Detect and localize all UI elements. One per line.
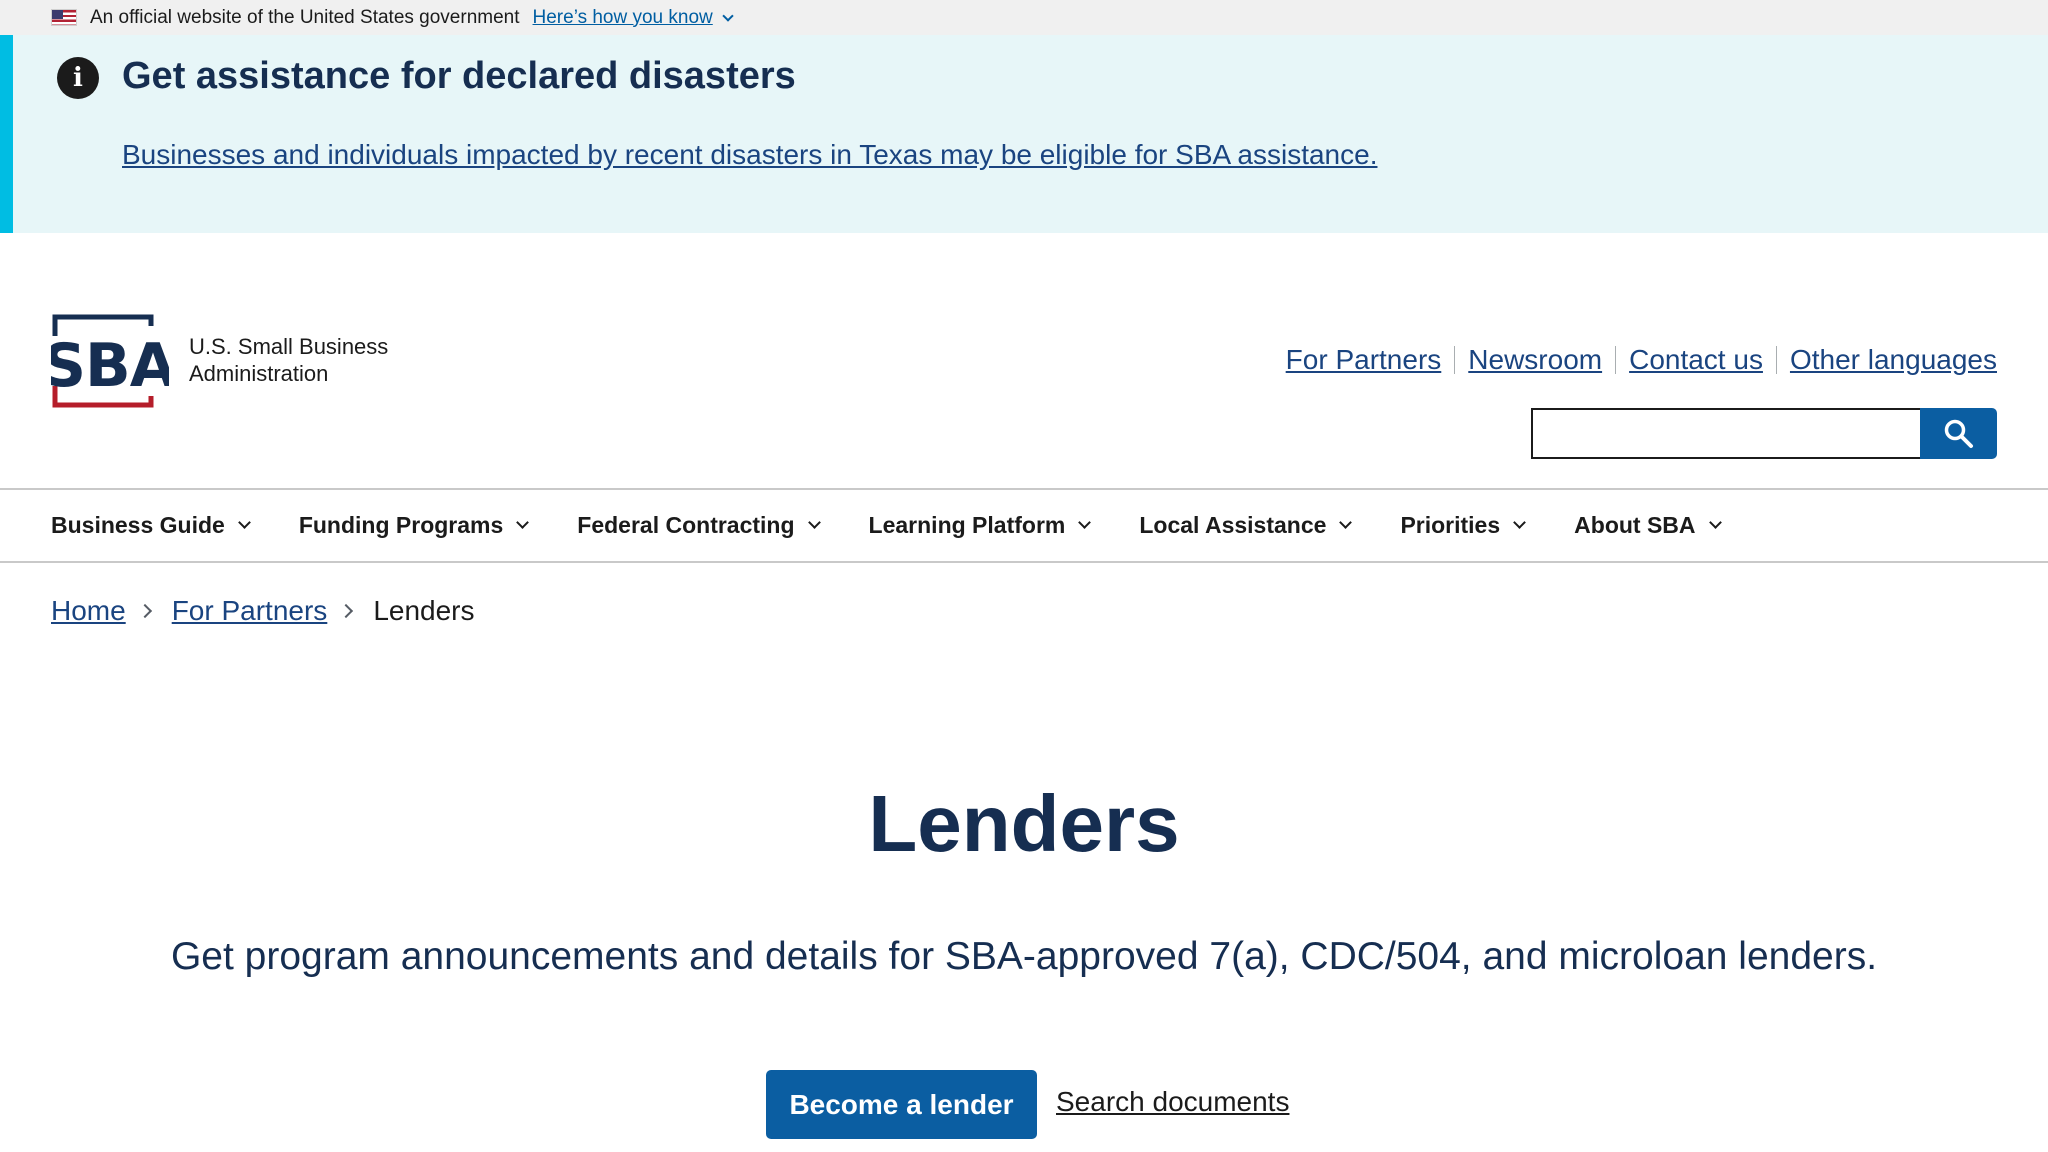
nav-item-label: Priorities	[1400, 512, 1501, 538]
breadcrumb-home[interactable]: Home	[51, 595, 126, 627]
search-icon	[1944, 419, 1973, 448]
nav-item-label: Business Guide	[51, 512, 225, 538]
breadcrumb-current: Lenders	[373, 595, 475, 626]
chevron-down-icon	[1339, 516, 1353, 529]
org-name-line-2: Administration	[189, 361, 329, 386]
nav-item-learning-platform[interactable]: Learning Platform	[868, 512, 1092, 539]
nav-item-label: Funding Programs	[298, 512, 504, 538]
heres-how-you-know-label: Here’s how you know	[532, 6, 713, 28]
chevron-down-icon	[807, 516, 821, 529]
util-divider	[1775, 346, 1777, 374]
nav-item-label: Learning Platform	[868, 512, 1066, 538]
chevron-down-icon	[237, 516, 251, 529]
breadcrumb-for-partners[interactable]: For Partners	[172, 595, 328, 627]
org-name: U.S. Small Business Administration	[189, 333, 388, 387]
chevron-down-icon	[516, 516, 530, 529]
util-link-for-partners[interactable]: For Partners	[1286, 344, 1442, 376]
nav-item-federal-contracting[interactable]: Federal Contracting	[577, 512, 821, 539]
utility-links: For Partners Newsroom Contact us Other l…	[1286, 344, 1997, 376]
chevron-down-icon	[1078, 516, 1092, 529]
util-divider	[1454, 346, 1456, 374]
nav-item-about-sba[interactable]: About SBA	[1574, 512, 1722, 539]
search-documents-link[interactable]: Search documents	[1056, 1086, 1289, 1118]
become-a-lender-button[interactable]: Become a lender	[766, 1070, 1037, 1139]
util-link-newsroom[interactable]: Newsroom	[1468, 344, 1602, 376]
us-flag-icon	[51, 9, 77, 26]
chevron-down-icon	[1513, 516, 1527, 529]
nav-item-label: Federal Contracting	[577, 512, 795, 538]
disaster-alert: i Get assistance for declared disasters …	[0, 35, 2048, 233]
util-link-contact-us[interactable]: Contact us	[1629, 344, 1763, 376]
gov-banner: An official website of the United States…	[0, 0, 2048, 35]
page-title: Lenders	[868, 779, 1180, 868]
nav-item-business-guide[interactable]: Business Guide	[51, 512, 251, 539]
page-lead: Get program announcements and details fo…	[170, 935, 1878, 978]
heres-how-you-know-link[interactable]: Here’s how you know	[532, 6, 734, 29]
alert-title: Get assistance for declared disasters	[122, 55, 796, 97]
util-link-other-languages[interactable]: Other languages	[1790, 344, 1997, 376]
util-divider	[1615, 346, 1617, 374]
sba-logo[interactable]: SBA	[51, 314, 169, 408]
info-icon: i	[57, 57, 99, 99]
org-name-line-1: U.S. Small Business	[189, 334, 389, 359]
chevron-down-icon	[1708, 516, 1722, 529]
nav-item-priorities[interactable]: Priorities	[1400, 512, 1527, 539]
breadcrumb: Home For Partners Lenders	[51, 595, 475, 627]
logo-text: SBA	[51, 331, 169, 401]
chevron-down-icon	[722, 9, 734, 22]
nav-item-label: About SBA	[1574, 512, 1696, 538]
chevron-right-icon	[137, 603, 152, 619]
search-input[interactable]	[1531, 408, 1921, 459]
chevron-right-icon	[339, 603, 354, 619]
nav-item-local-assistance[interactable]: Local Assistance	[1139, 512, 1353, 539]
nav-item-funding-programs[interactable]: Funding Programs	[298, 512, 530, 539]
nav-item-label: Local Assistance	[1139, 512, 1327, 538]
alert-link[interactable]: Businesses and individuals impacted by r…	[122, 139, 1377, 171]
search-button[interactable]	[1920, 408, 1997, 459]
gov-banner-text: An official website of the United States…	[90, 6, 520, 28]
primary-nav: Business Guide Funding Programs Federal …	[0, 488, 2048, 563]
